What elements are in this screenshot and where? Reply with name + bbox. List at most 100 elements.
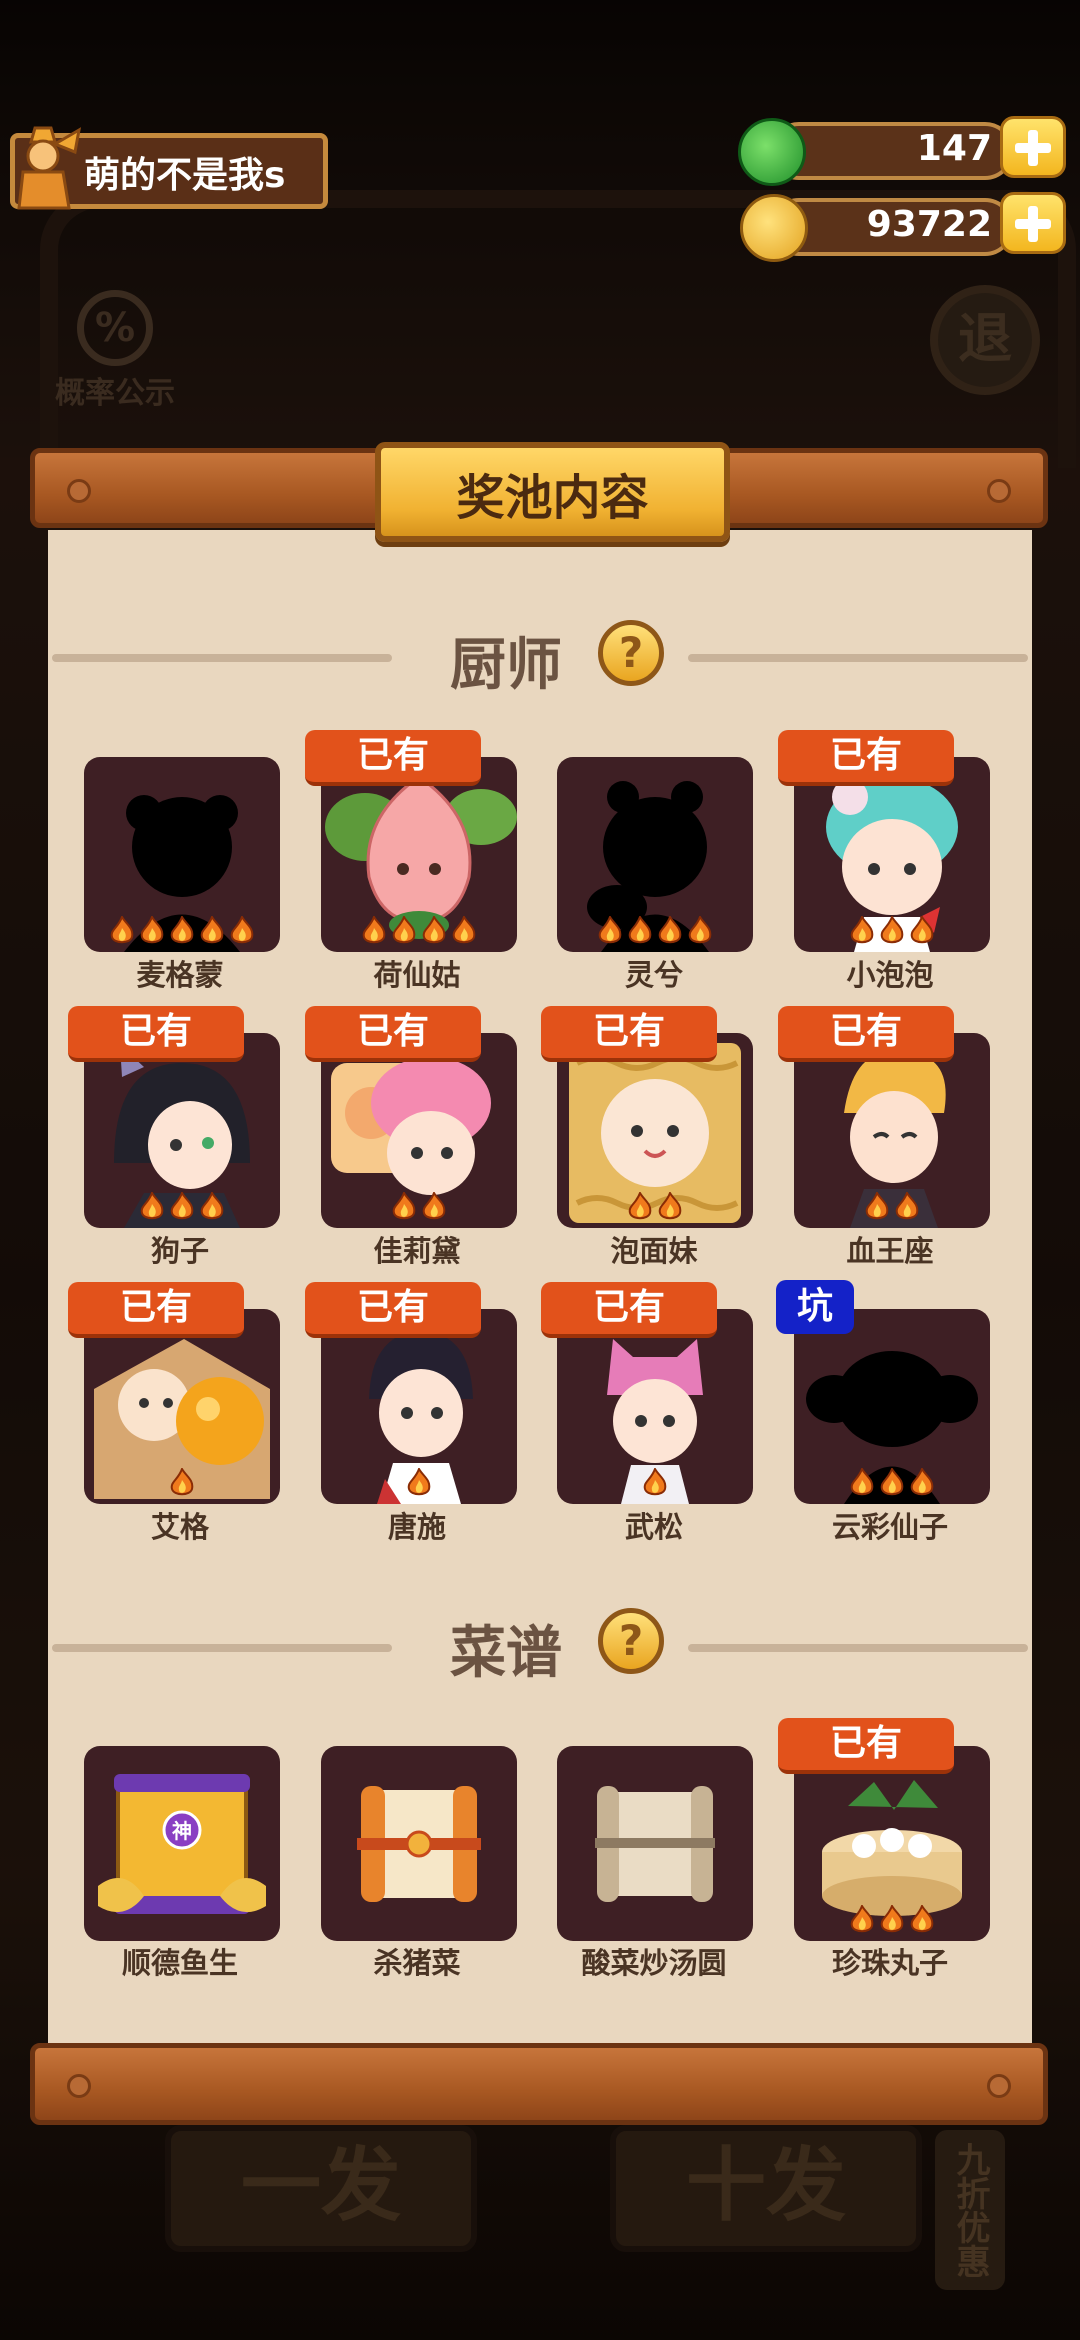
flame-star-icon: [686, 914, 714, 946]
chef-name: 云彩仙子: [831, 1510, 948, 1544]
star-rating: [84, 1466, 280, 1498]
chef-card[interactable]: [557, 1309, 753, 1504]
add-jade-button[interactable]: [1000, 116, 1066, 178]
user-name: 萌的不是我s: [84, 155, 286, 196]
star-rating: [794, 914, 990, 946]
recipe-card[interactable]: [794, 1746, 990, 1941]
star-rating: [794, 1903, 990, 1935]
section-divider: [52, 654, 392, 662]
chef-card[interactable]: [794, 1309, 990, 1504]
recipe-card[interactable]: [321, 1746, 517, 1941]
recipe-name: 杀猪菜: [373, 1946, 461, 1980]
chef-card[interactable]: [84, 1309, 280, 1504]
flame-star-icon: [138, 1190, 166, 1222]
jade-icon: [738, 118, 806, 186]
add-coin-button[interactable]: [1000, 192, 1066, 254]
star-rating: [794, 1190, 990, 1222]
flame-star-icon: [848, 914, 876, 946]
recipe-help-icon[interactable]: ?: [598, 1608, 664, 1674]
star-rating: [557, 1466, 753, 1498]
flame-star-icon: [390, 914, 418, 946]
section-divider: [52, 1644, 392, 1652]
recipe-section-title: 菜谱: [450, 1621, 562, 1686]
flame-star-icon: [198, 914, 226, 946]
flame-star-icon: [908, 1903, 936, 1935]
recipe-scroll-gold: 神: [98, 1774, 266, 1914]
chef-card[interactable]: [794, 757, 990, 952]
star-rating: [557, 914, 753, 946]
chef-card[interactable]: [557, 1033, 753, 1228]
flame-star-icon: [626, 914, 654, 946]
flame-star-icon: [908, 914, 936, 946]
recipe-card[interactable]: [557, 1746, 753, 1941]
recipe-name: 顺德鱼生: [121, 1946, 238, 1980]
flame-star-icon: [228, 914, 256, 946]
chef-name: 武松: [624, 1510, 683, 1544]
chef-name: 泡面妹: [610, 1234, 698, 1268]
flame-star-icon: [198, 1190, 226, 1222]
star-rating: [84, 1190, 280, 1222]
owned-badge: 已有: [541, 1282, 717, 1338]
god-mark: 神: [172, 1819, 192, 1843]
chef-card[interactable]: [557, 757, 753, 952]
owned-badge: 已有: [305, 730, 481, 786]
owned-badge: 已有: [68, 1006, 244, 1062]
chef-card[interactable]: [84, 757, 280, 952]
flame-star-icon: [848, 1466, 876, 1498]
chef-help-icon[interactable]: ?: [598, 620, 664, 686]
flame-star-icon: [656, 914, 684, 946]
jade-value: 147: [916, 128, 992, 169]
chef-name: 麦格蒙: [136, 958, 224, 992]
owned-badge: 已有: [541, 1006, 717, 1062]
recipe-card[interactable]: 神: [84, 1746, 280, 1941]
chef-name: 荷仙姑: [373, 958, 461, 992]
owned-badge: 已有: [305, 1006, 481, 1062]
flame-star-icon: [626, 1190, 654, 1222]
flame-star-icon: [878, 1466, 906, 1498]
chef-card[interactable]: [321, 757, 517, 952]
chef-card[interactable]: [321, 1033, 517, 1228]
flame-star-icon: [405, 1466, 433, 1498]
flame-star-icon: [168, 914, 196, 946]
chef-name: 狗子: [150, 1234, 209, 1268]
pit-badge: 坑: [776, 1280, 854, 1334]
star-rating: [794, 1466, 990, 1498]
chef-card[interactable]: [321, 1309, 517, 1504]
recipe-scroll-plain: [595, 1786, 715, 1902]
flame-star-icon: [908, 1466, 936, 1498]
flame-star-icon: [390, 1190, 418, 1222]
recipe-name: 酸菜炒汤圆: [581, 1946, 727, 1980]
chef-name: 小泡泡: [846, 958, 934, 992]
star-rating: [321, 1190, 517, 1222]
flame-star-icon: [641, 1466, 669, 1498]
chef-card[interactable]: [84, 1033, 280, 1228]
flame-star-icon: [138, 914, 166, 946]
owned-badge: 已有: [778, 1006, 954, 1062]
owned-badge: 已有: [305, 1282, 481, 1338]
chef-name: 唐施: [387, 1510, 446, 1544]
trophy-avatar-icon: [17, 126, 82, 210]
owned-badge: 已有: [68, 1282, 244, 1338]
chef-name: 佳莉黛: [373, 1234, 461, 1268]
section-divider: [688, 1644, 1028, 1652]
modal-title: 奖池内容: [456, 470, 649, 526]
panel-bottom-board: [30, 2043, 1048, 2125]
owned-badge: 已有: [778, 1718, 954, 1774]
flame-star-icon: [656, 1190, 684, 1222]
star-rating: [557, 1190, 753, 1222]
flame-star-icon: [108, 914, 136, 946]
flame-star-icon: [450, 914, 478, 946]
coin-icon: [740, 194, 808, 262]
flame-star-icon: [420, 914, 448, 946]
flame-star-icon: [420, 1190, 448, 1222]
flame-star-icon: [848, 1903, 876, 1935]
flame-star-icon: [878, 1903, 906, 1935]
chef-name: 灵兮: [624, 958, 683, 992]
flame-star-icon: [893, 1190, 921, 1222]
star-rating: [321, 1466, 517, 1498]
chef-card[interactable]: [794, 1033, 990, 1228]
flame-star-icon: [360, 914, 388, 946]
section-divider: [688, 654, 1028, 662]
flame-star-icon: [863, 1190, 891, 1222]
flame-star-icon: [878, 914, 906, 946]
